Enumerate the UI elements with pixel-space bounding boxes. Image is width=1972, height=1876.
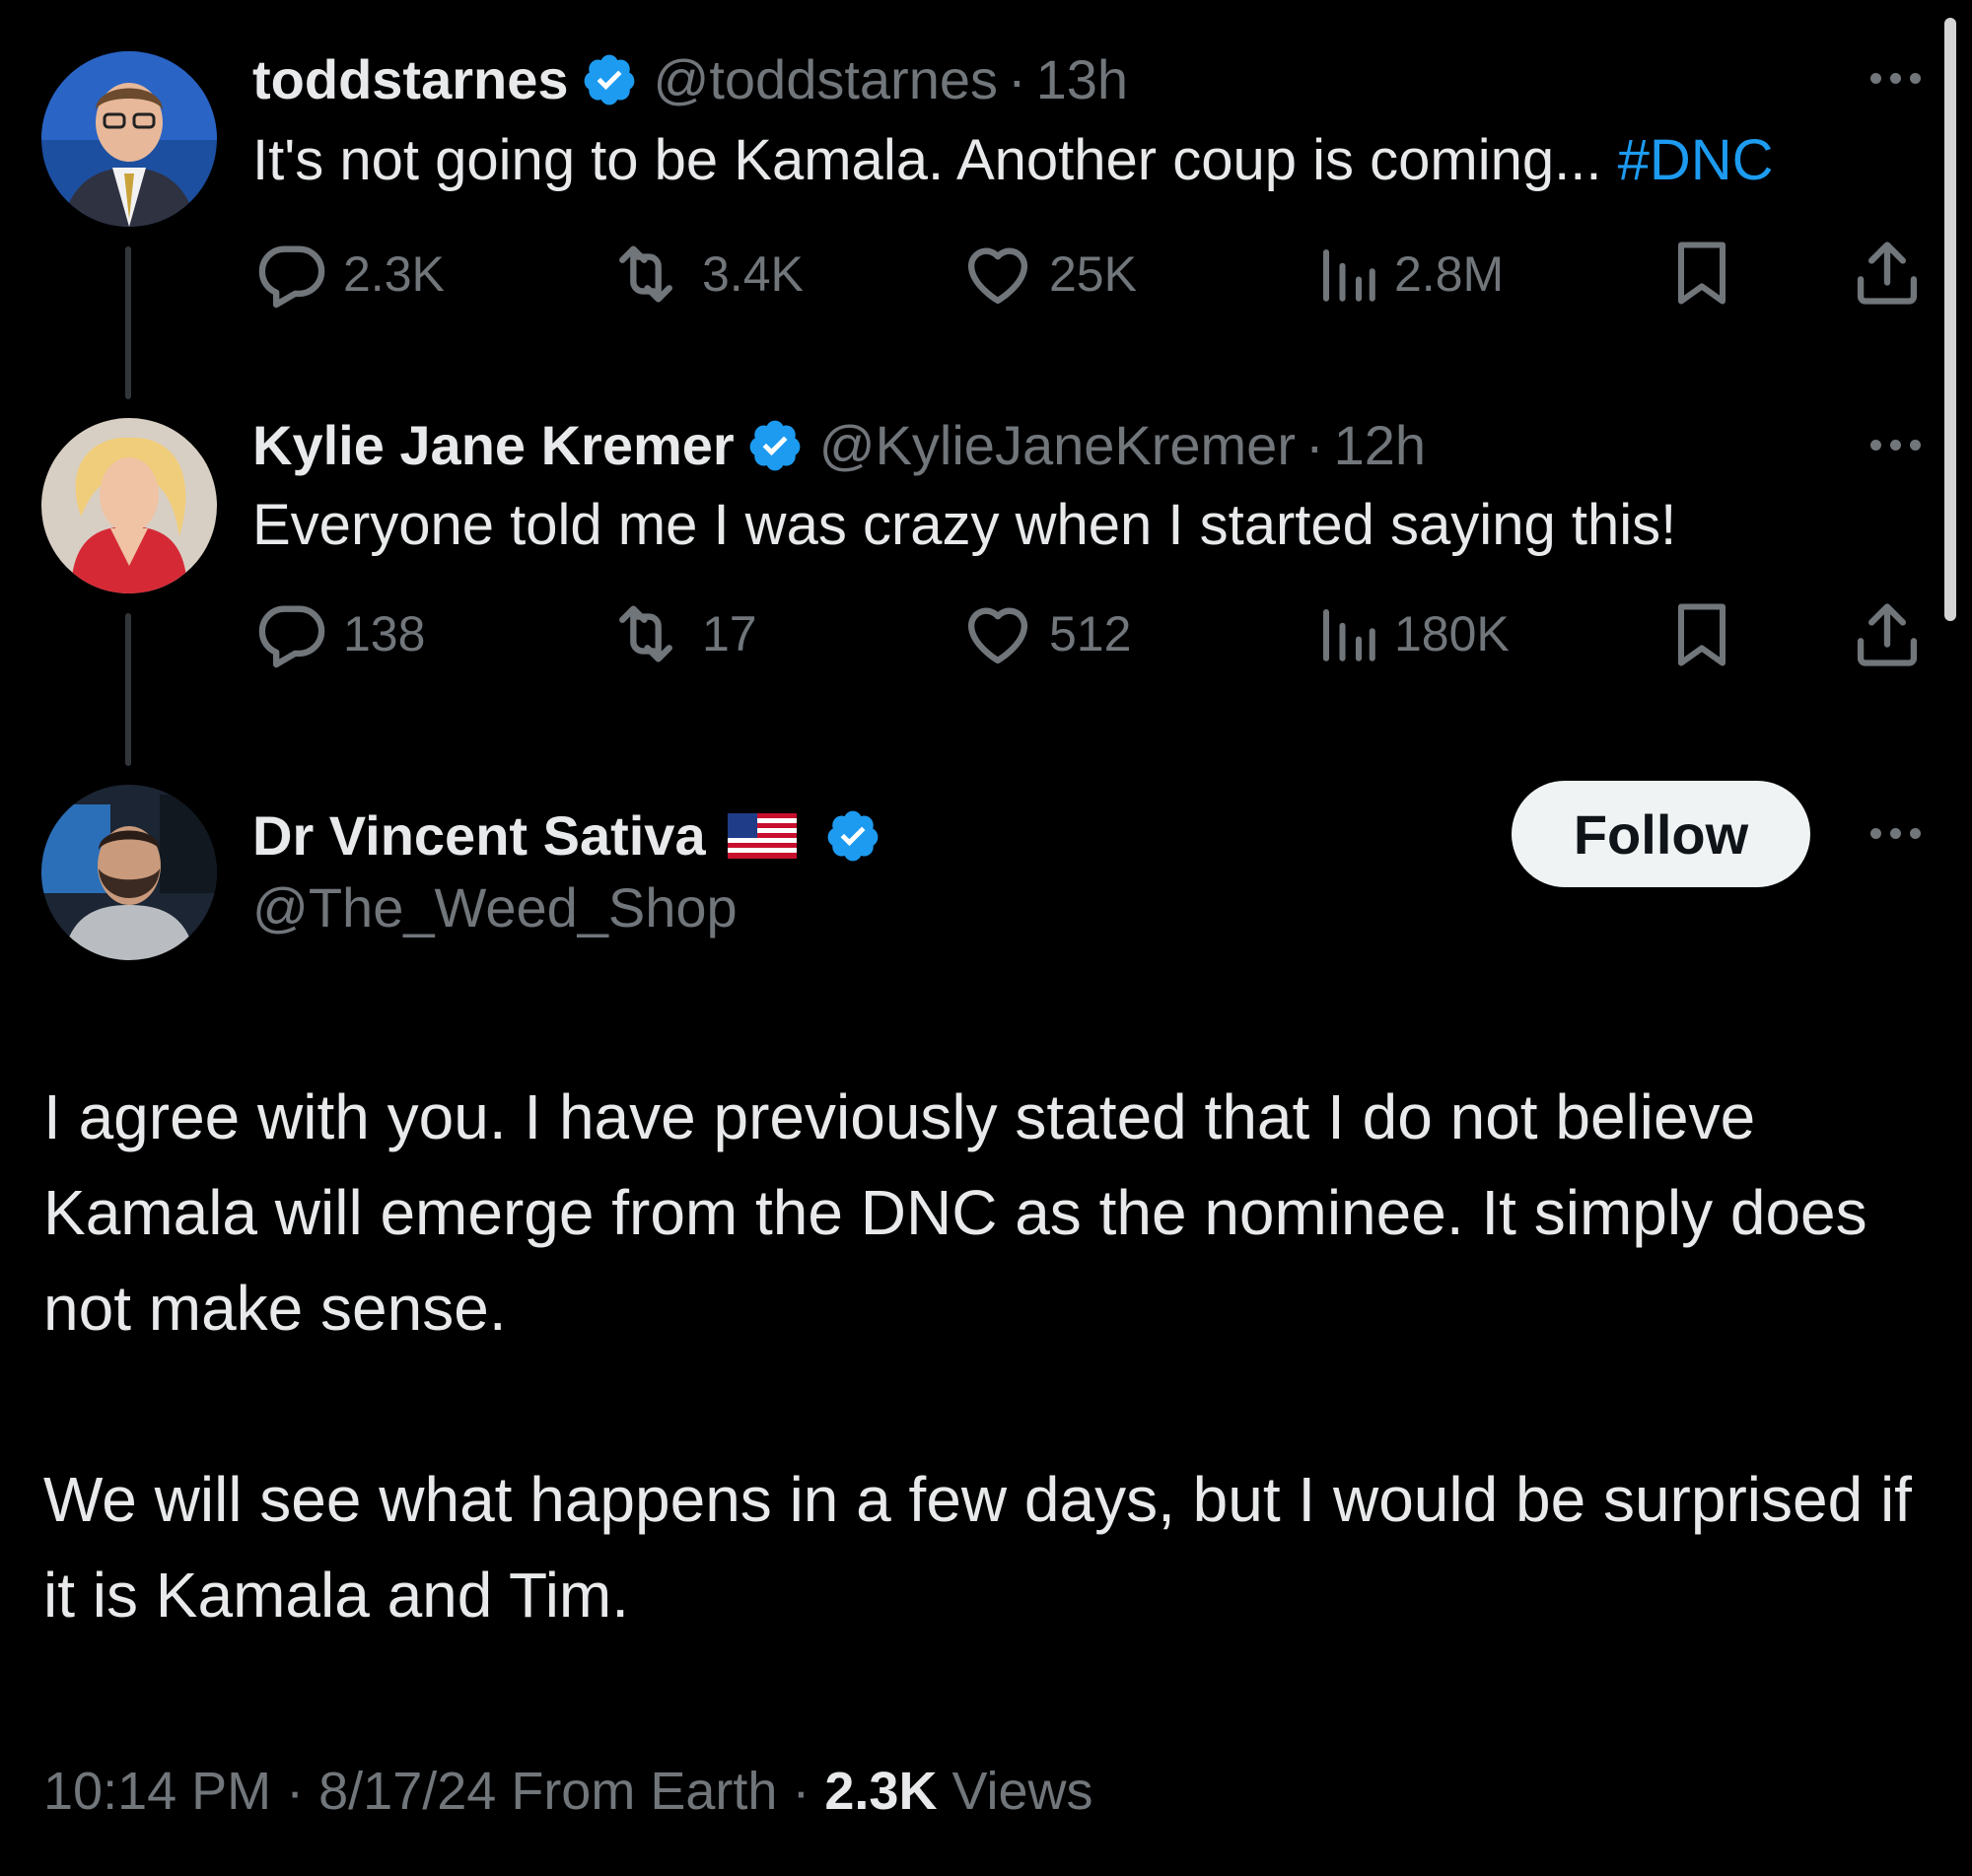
- handle-row: @The_Weed_Shop: [252, 875, 738, 940]
- follow-button[interactable]: Follow: [1512, 781, 1810, 887]
- thread-connector-line: [125, 613, 131, 766]
- post-time[interactable]: 10:14 PM: [43, 1762, 271, 1821]
- tweet-body: Everyone told me I was crazy when I star…: [252, 493, 1677, 557]
- separator-dot: ·: [1007, 48, 1026, 110]
- tweet-text: Everyone told me I was crazy when I star…: [252, 491, 1676, 560]
- tweet-time[interactable]: 12h: [1334, 413, 1426, 478]
- heart-icon: [960, 596, 1035, 671]
- more-dots-icon[interactable]: [1870, 73, 1921, 84]
- reply-icon: [254, 237, 329, 312]
- reply-button[interactable]: 138: [254, 596, 425, 671]
- like-button[interactable]: 512: [960, 596, 1131, 671]
- like-count: 25K: [1049, 246, 1137, 302]
- scrollbar[interactable]: [1944, 18, 1956, 621]
- views-chart-icon: [1315, 596, 1380, 671]
- tweet-text: It's not going to be Kamala. Another cou…: [252, 126, 1773, 195]
- view-count: 2.8M: [1394, 246, 1505, 302]
- hashtag-link[interactable]: #DNC: [1618, 128, 1774, 192]
- tweet-paragraph: I agree with you. I have previously stat…: [43, 1081, 1867, 1344]
- views-chart-icon: [1315, 237, 1380, 312]
- tweet-meta: 10:14 PM · 8/17/24 From Earth · 2.3K Vie…: [43, 1762, 1093, 1821]
- post-date[interactable]: 8/17/24: [318, 1762, 496, 1821]
- bookmark-icon[interactable]: [1666, 235, 1737, 312]
- avatar-the-weed-shop[interactable]: [41, 785, 217, 960]
- views-count: 2.3K: [824, 1762, 938, 1821]
- author-handle[interactable]: @KylieJaneKremer: [819, 413, 1296, 478]
- tweet-header: toddstarnes @toddstarnes · 13h: [252, 47, 1128, 112]
- more-dots-icon[interactable]: [1870, 828, 1921, 839]
- avatar-kyliejanekremer[interactable]: [41, 418, 217, 593]
- bookmark-icon[interactable]: [1666, 596, 1737, 673]
- verified-badge-icon: [581, 51, 638, 108]
- tweet-paragraph: We will see what happens in a few days, …: [43, 1464, 1912, 1631]
- repost-count: 17: [702, 606, 757, 661]
- heart-icon: [960, 237, 1035, 312]
- author-handle[interactable]: @toddstarnes: [654, 47, 998, 112]
- repost-count: 3.4K: [702, 246, 804, 302]
- views-button[interactable]: 180K: [1315, 596, 1510, 671]
- tweet-body: It's not going to be Kamala. Another cou…: [252, 128, 1618, 192]
- tweet-header: Kylie Jane Kremer @KylieJaneKremer · 12h: [252, 413, 1426, 478]
- reply-count: 2.3K: [343, 246, 445, 302]
- repost-icon: [603, 237, 688, 312]
- us-flag-icon: [727, 813, 797, 859]
- reply-count: 138: [343, 606, 426, 661]
- author-name[interactable]: Kylie Jane Kremer: [252, 413, 735, 478]
- tweet-time[interactable]: 13h: [1036, 47, 1128, 112]
- reply-icon: [254, 596, 329, 671]
- separator-dot: ·: [1304, 414, 1324, 476]
- main-tweet-text: I agree with you. I have previously stat…: [43, 1070, 1946, 1643]
- thread-connector-line: [125, 246, 131, 399]
- repost-button[interactable]: 3.4K: [603, 237, 804, 312]
- like-button[interactable]: 25K: [960, 237, 1137, 312]
- view-count: 180K: [1394, 606, 1510, 661]
- repost-button[interactable]: 17: [603, 596, 757, 671]
- share-icon[interactable]: [1850, 235, 1925, 312]
- share-icon[interactable]: [1850, 596, 1925, 673]
- verified-badge-icon: [824, 807, 881, 865]
- like-count: 512: [1049, 606, 1132, 661]
- verified-badge-icon: [746, 417, 804, 474]
- author-handle[interactable]: @The_Weed_Shop: [252, 875, 738, 940]
- more-dots-icon[interactable]: [1870, 440, 1921, 451]
- author-name[interactable]: Dr Vincent Sativa: [252, 803, 706, 869]
- avatar-toddstarnes[interactable]: [41, 51, 217, 227]
- author-name[interactable]: toddstarnes: [252, 47, 569, 112]
- views-label: Views: [951, 1762, 1093, 1821]
- post-source: From Earth: [511, 1762, 778, 1821]
- reply-button[interactable]: 2.3K: [254, 237, 445, 312]
- repost-icon: [603, 596, 688, 671]
- views-button[interactable]: 2.8M: [1315, 237, 1504, 312]
- tweet-header: Dr Vincent Sativa: [252, 803, 897, 869]
